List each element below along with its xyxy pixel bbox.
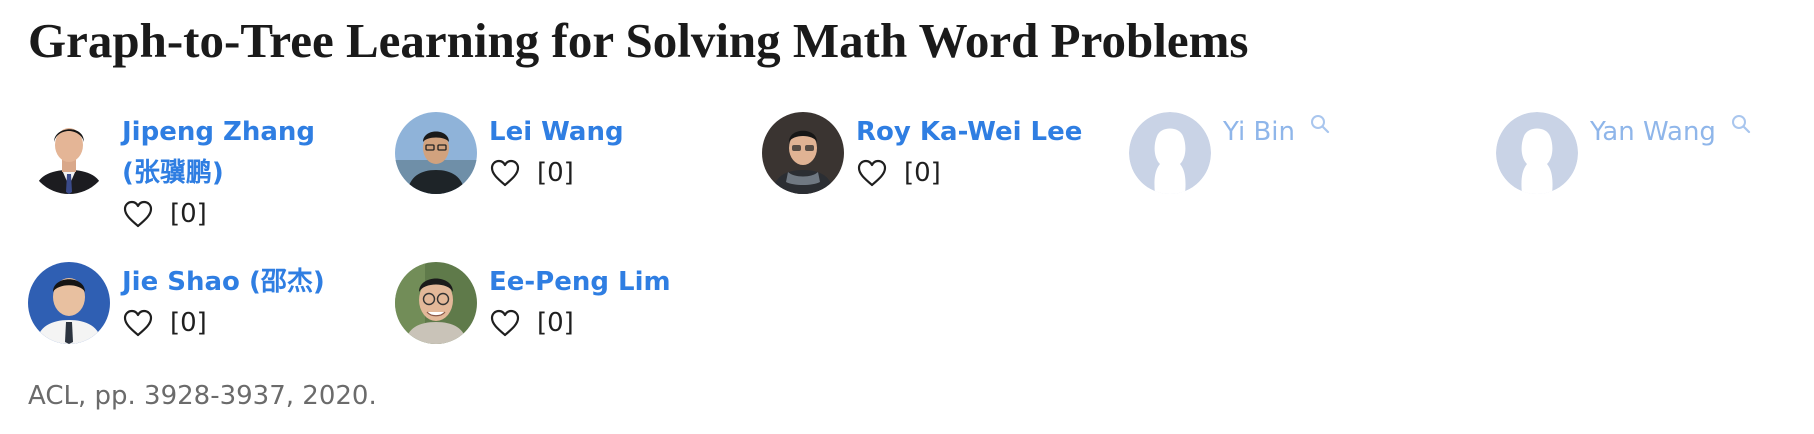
author-name-link[interactable]: Jie Shao (邵杰) bbox=[122, 262, 325, 303]
author-name-link[interactable]: Jipeng Zhang bbox=[122, 112, 315, 153]
like-row: [0] bbox=[489, 303, 671, 343]
author-name-link[interactable]: Yi Bin bbox=[1223, 117, 1295, 147]
like-count: [0] bbox=[170, 199, 207, 229]
like-count: [0] bbox=[170, 308, 207, 338]
like-row: [0] bbox=[856, 153, 1082, 193]
paper-card: Graph-to-Tree Learning for Solving Math … bbox=[0, 0, 1814, 434]
like-row: [0] bbox=[122, 194, 315, 234]
author-photo[interactable] bbox=[395, 112, 477, 194]
author-photo[interactable] bbox=[28, 262, 110, 344]
author-name-link[interactable]: Lei Wang bbox=[489, 112, 624, 153]
like-count: [0] bbox=[537, 308, 574, 338]
heart-icon[interactable] bbox=[856, 158, 888, 188]
placeholder-avatar[interactable] bbox=[1129, 112, 1211, 194]
search-icon[interactable] bbox=[1310, 114, 1330, 134]
author-photo[interactable] bbox=[28, 112, 110, 194]
heart-icon[interactable] bbox=[122, 308, 154, 338]
publication-venue: ACL, pp. 3928-3937, 2020. bbox=[28, 381, 377, 411]
author-name-chinese-link[interactable]: (张骥鹏) bbox=[122, 153, 315, 194]
like-row: [0] bbox=[489, 153, 624, 193]
placeholder-avatar[interactable] bbox=[1496, 112, 1578, 194]
paper-title: Graph-to-Tree Learning for Solving Math … bbox=[28, 13, 1249, 68]
author-name-link[interactable]: Roy Ka-Wei Lee bbox=[856, 112, 1082, 153]
like-row: [0] bbox=[122, 303, 325, 343]
heart-icon[interactable] bbox=[489, 308, 521, 338]
heart-icon[interactable] bbox=[122, 199, 154, 229]
author-photo[interactable] bbox=[395, 262, 477, 344]
heart-icon[interactable] bbox=[489, 158, 521, 188]
search-icon[interactable] bbox=[1731, 114, 1751, 134]
like-count: [0] bbox=[904, 158, 941, 188]
author-name-link[interactable]: Ee-Peng Lim bbox=[489, 262, 671, 303]
author-name-link[interactable]: Yan Wang bbox=[1590, 117, 1716, 147]
author-photo[interactable] bbox=[762, 112, 844, 194]
like-count: [0] bbox=[537, 158, 574, 188]
